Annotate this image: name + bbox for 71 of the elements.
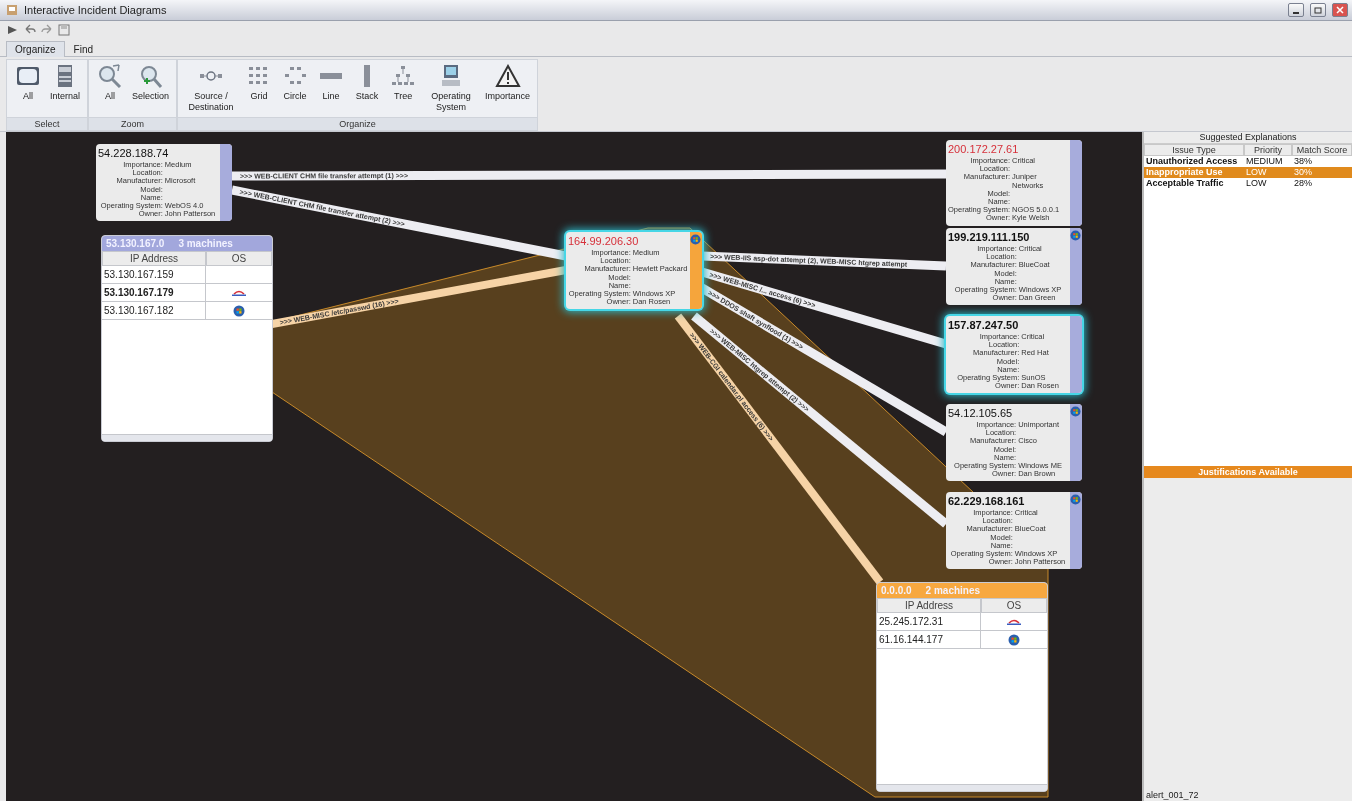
ribbon-tab[interactable]: Find [64, 41, 103, 57]
os-logo-icon [230, 288, 248, 297]
ribbon-button[interactable]: Source / Destination [182, 62, 241, 115]
os-logo-icon [1070, 230, 1081, 241]
column-header: Issue Type [1144, 144, 1244, 156]
column-header: IP Address [877, 598, 981, 613]
score-cell-text: 28% [1293, 178, 1313, 189]
ip-cell[interactable]: 53.130.167.159 [102, 266, 206, 284]
ribbon-button[interactable]: All [11, 62, 45, 104]
host-ip: 62.229.168.161 [948, 495, 1026, 507]
host-ip: 164.99.206.30 [568, 235, 640, 247]
group-network: 53.130.167.0 [106, 238, 165, 249]
window-title: Interactive Incident Diagrams [24, 4, 168, 16]
screen-icon [15, 64, 41, 88]
priority-cell-text: LOW [1245, 178, 1268, 189]
column-header: OS [206, 251, 272, 266]
issue-cell[interactable]: Acceptable Traffic [1144, 178, 1244, 189]
ribbon-button[interactable]: Importance [482, 62, 534, 104]
status-text: alert_001_72 [1145, 790, 1199, 801]
ribbon-button[interactable]: Operating System [422, 62, 481, 115]
group-count: 2 machines [925, 585, 981, 596]
os-logo-icon [1008, 633, 1020, 646]
os-logo-icon [1005, 617, 1023, 626]
ribbon-button[interactable]: Tree [386, 62, 421, 104]
host-ip: 54.228.188.74 [98, 147, 170, 159]
priority-cell-text: MEDIUM [1245, 156, 1284, 167]
ribbon-button[interactable]: Grid [242, 62, 277, 104]
os-logo-icon [1070, 494, 1081, 505]
group-network: 0.0.0.0 [881, 585, 912, 596]
restore-icon [1314, 6, 1322, 14]
ip-cell[interactable]: 53.130.167.179 [102, 284, 206, 302]
os-logo-icon [1070, 406, 1081, 417]
ip-cell[interactable]: 25.245.172.31 [877, 613, 981, 631]
os-logo-icon [690, 234, 701, 245]
ribbon-button[interactable]: All [93, 62, 128, 104]
close-button[interactable] [1332, 3, 1348, 17]
tree-icon [390, 64, 417, 88]
section-header: Justifications Available [1144, 466, 1352, 478]
column-header: IP Address [102, 251, 206, 266]
priority-cell: LOW [1244, 167, 1292, 178]
ip-cell[interactable]: 61.16.144.177 [877, 631, 981, 649]
ribbon-button[interactable]: Circle [278, 62, 313, 104]
issue-cell[interactable]: Unauthorized Access [1144, 156, 1244, 167]
stack-layout-icon [364, 65, 371, 87]
group-label: Zoom [89, 117, 177, 130]
os-logo-icon [233, 304, 245, 317]
group-label: Organize [178, 117, 538, 130]
warning-icon [494, 64, 521, 88]
ribbon-button[interactable]: Internal [47, 62, 84, 104]
score-cell-text: 38% [1293, 156, 1313, 167]
minimize-button[interactable] [1288, 3, 1304, 17]
group-count: 3 machines [178, 238, 233, 249]
column-header: OS [981, 598, 1047, 613]
ribbon-button[interactable]: Selection [129, 62, 173, 104]
host-ip: 157.87.247.50 [948, 319, 1020, 331]
ip-cell[interactable]: 53.130.167.182 [102, 302, 206, 320]
zoom-icon [97, 64, 124, 88]
group-label: Select [7, 117, 88, 130]
score-cell: 30% [1292, 167, 1352, 178]
line-layout-icon [320, 73, 343, 79]
host-ip: 54.12.105.65 [948, 407, 1014, 419]
ribbon-button[interactable]: Stack [350, 62, 385, 104]
host-ip: 200.172.27.61 [948, 143, 1020, 155]
column-header: Match Score [1292, 144, 1352, 156]
restore-button[interactable] [1310, 3, 1326, 17]
host-ip: 199.219.111.150 [948, 231, 1031, 243]
column-header: Priority [1244, 144, 1292, 156]
ribbon-button[interactable]: Line [314, 62, 349, 104]
close-icon [1336, 6, 1344, 14]
app-icon [6, 4, 18, 16]
ribbon-tab[interactable]: Organize [6, 41, 65, 57]
